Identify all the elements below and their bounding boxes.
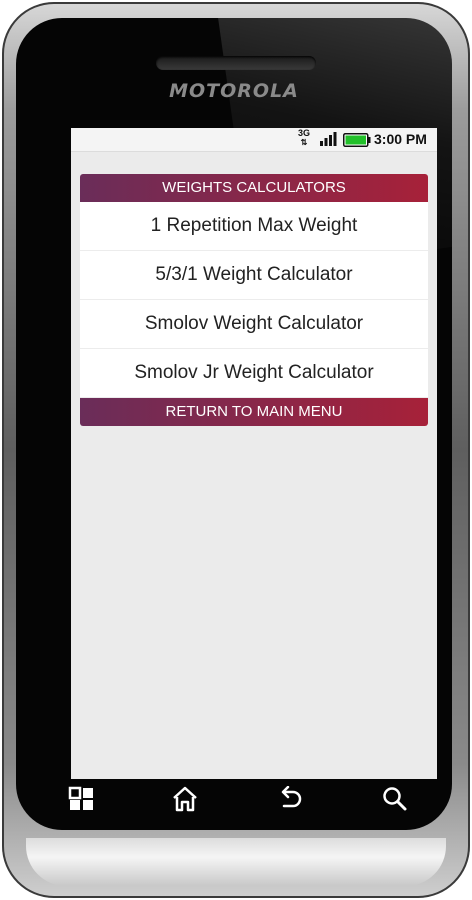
network-indicator: 3G ⇅ <box>297 128 311 148</box>
earpiece-speaker <box>156 56 316 70</box>
back-softkey[interactable] <box>266 780 314 824</box>
brand-logo: MOTOROLA <box>169 80 299 102</box>
menu-item-smolov-jr[interactable]: Smolov Jr Weight Calculator <box>80 349 428 398</box>
hardware-softkeys <box>16 778 452 830</box>
home-softkey[interactable] <box>161 780 209 824</box>
status-time: 3:00 PM <box>374 131 427 147</box>
phone-face: MOTOROLA 3G ⇅ 3:00 PM WEIGHTS CALCULATOR… <box>16 18 452 830</box>
phone-chin <box>26 838 446 886</box>
home-icon <box>173 786 197 812</box>
screen: 3G ⇅ 3:00 PM WEIGHTS CALCULATORS 1 Repet… <box>71 128 437 779</box>
return-main-menu-button[interactable]: RETURN TO MAIN MENU <box>80 398 428 426</box>
back-icon <box>281 786 302 808</box>
search-icon <box>383 787 407 811</box>
menu-softkey[interactable] <box>58 780 106 824</box>
menu-item-smolov[interactable]: Smolov Weight Calculator <box>80 300 428 349</box>
signal-strength-icon <box>320 132 337 146</box>
weights-menu: WEIGHTS CALCULATORS 1 Repetition Max Wei… <box>80 174 428 426</box>
battery-icon <box>343 133 371 147</box>
search-softkey[interactable] <box>371 780 419 824</box>
network-type-label: 3G <box>297 128 310 138</box>
menu-header: WEIGHTS CALCULATORS <box>80 174 428 202</box>
menu-item-1rm[interactable]: 1 Repetition Max Weight <box>80 202 428 251</box>
menu-grid-icon <box>68 786 93 810</box>
menu-item-531[interactable]: 5/3/1 Weight Calculator <box>80 251 428 300</box>
data-arrows-icon: ⇅ <box>300 138 308 147</box>
status-bar: 3G ⇅ 3:00 PM <box>71 128 437 152</box>
